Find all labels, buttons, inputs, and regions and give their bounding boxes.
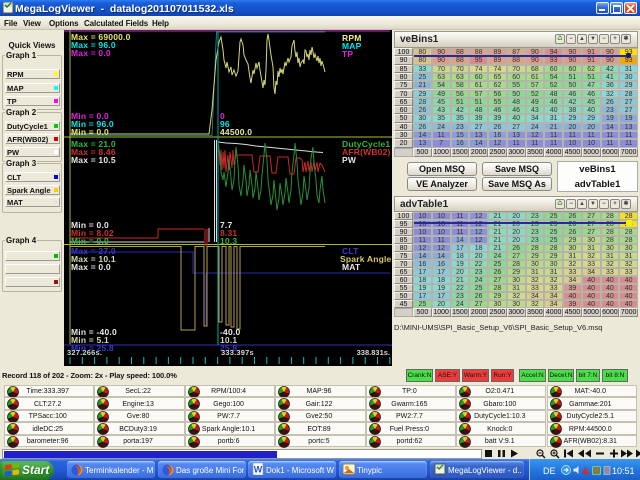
svg-text:W: W [254, 465, 263, 475]
